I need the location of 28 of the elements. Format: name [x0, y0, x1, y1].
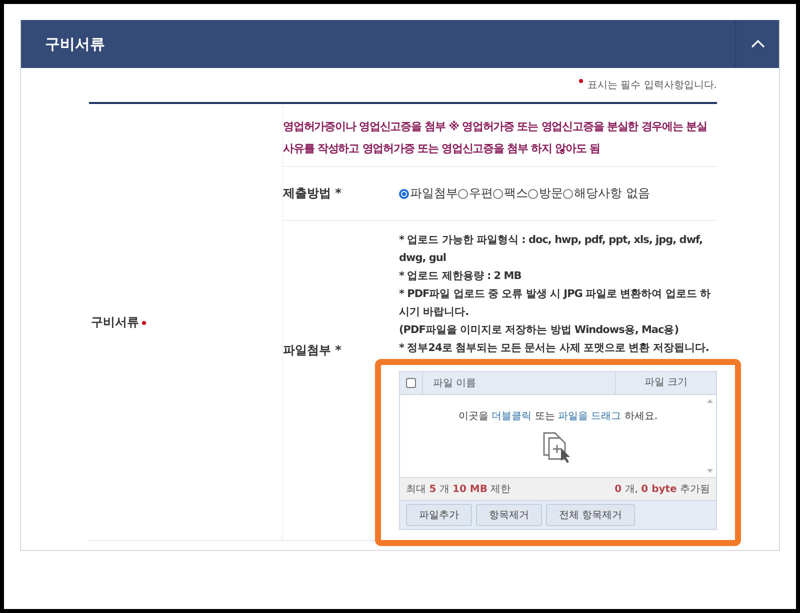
radio-option[interactable]: 방문	[528, 185, 563, 202]
radio-option[interactable]: 팩스	[493, 185, 528, 202]
notice-text: 영업허가증이나 영업신고증을 첨부 ※ 영업허가증 또는 영업신고증을 분실한 경우에는 분실 사유를 작성하고 영업허가증 또는 영업신고증을 첨부 하지 않아도 됨	[283, 104, 717, 167]
required-note: 표시는 필수 입력사항입니다.	[579, 78, 717, 92]
uploader-button[interactable]: 파일추가	[406, 504, 472, 526]
upload-note: * PDF파일 업로드 중 오류 발생 시 JPG 파일로 변환하여 업로드 하시기 바랍니다.	[399, 287, 712, 320]
section-label: 구비서류	[91, 314, 139, 330]
radio-option[interactable]: 해당사항 없음	[563, 185, 650, 202]
panel-title: 구비서류	[44, 34, 105, 54]
upload-note: (PDF파일을 이미지로 저장하는 방법 Windows용, Mac용)	[399, 323, 680, 338]
scroll-up-icon[interactable]	[707, 399, 713, 403]
scroll-down-icon[interactable]	[707, 469, 713, 473]
upload-note: * 정부24로 첨부되는 모든 문서는 사제 포맷으로 변환 저장됩니다.	[399, 341, 710, 356]
drop-hint: 이곳을 더블클릭 또는 파일을 드래그 하세요.	[458, 410, 658, 423]
uploader-button[interactable]: 전체 항목제거	[546, 504, 636, 526]
select-all-checkbox[interactable]	[406, 378, 416, 388]
chevron-icon	[750, 40, 764, 48]
field-label: 파일첨부 *	[283, 342, 342, 359]
column-header: 파일 이름	[432, 377, 478, 390]
upload-note: * 업로드 제한용량 : 2 MB	[399, 269, 522, 284]
radio-option[interactable]: 우편	[458, 185, 493, 202]
field-label: 제출방법 *	[283, 186, 342, 200]
limit-text: 최대 5 개 10 MB 제한	[406, 483, 511, 496]
uploader-button[interactable]: 항목제거	[476, 504, 542, 526]
column-header: 파일 크기	[615, 372, 716, 394]
radio-option[interactable]: 파일첨부	[399, 185, 458, 202]
upload-note: * 업로드 가능한 파일형식 : doc, hwp, pdf, ppt, xls, jpg, dwf, dwg, gul	[399, 233, 704, 266]
added-count: 0 개, 0 byte 추가됨	[614, 483, 710, 496]
